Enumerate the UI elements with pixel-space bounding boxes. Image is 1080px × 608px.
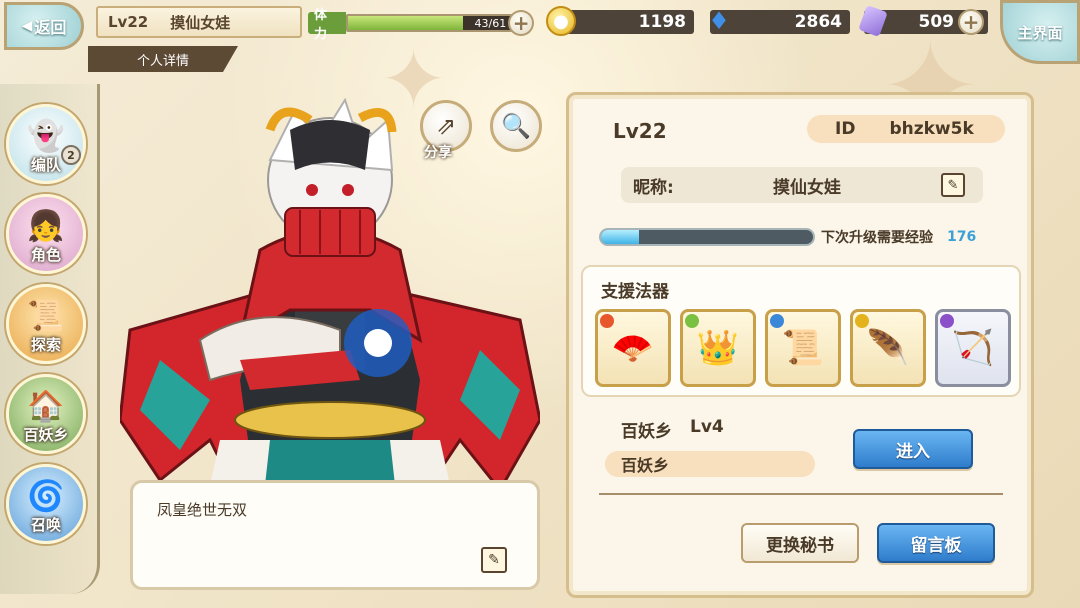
village-title: 百妖乡 Lv4 xyxy=(621,417,724,442)
dark-element-icon xyxy=(940,314,954,328)
gold-value: 1198 xyxy=(638,12,686,32)
character-illustration xyxy=(120,97,540,530)
sidebar: 👻 2 编队 👧 角色 📜 探索 🏠 百妖乡 🌀 召唤 xyxy=(0,84,100,594)
player-id: ID bhzkw5k xyxy=(807,115,1005,143)
zoom-button[interactable]: 🔍 xyxy=(490,100,542,152)
water-element-icon xyxy=(770,314,784,328)
exp-label: 下次升级需要经验 xyxy=(821,230,933,246)
plus-icon: + xyxy=(962,10,980,34)
exp-row: 下次升级需要经验 176 xyxy=(599,225,1019,249)
edit-nickname-button[interactable]: ✎ xyxy=(941,173,965,197)
village-house-icon: 🏠 xyxy=(27,389,65,424)
support-title: 支援法器 xyxy=(601,282,669,302)
divider xyxy=(599,493,1003,495)
stamina-label: 体力 xyxy=(308,8,346,42)
nickname-row: 昵称: 摸仙女娃 ✎ xyxy=(621,167,983,203)
player-name: 摸仙女娃 xyxy=(170,13,231,32)
exp-track xyxy=(599,228,815,246)
id-label: ID xyxy=(835,119,856,139)
stamina-bar: 体力 43/61 + xyxy=(308,8,534,42)
village-level: Lv4 xyxy=(690,417,724,437)
artifact-slot-1[interactable]: 🪭 xyxy=(595,309,671,387)
pencil-icon: ✎ xyxy=(488,552,500,568)
sidebar-item-village[interactable]: 🏠 百妖乡 xyxy=(6,374,86,454)
share-icon: ⇗ xyxy=(435,112,457,140)
magnifier-icon: 🔍 xyxy=(501,112,531,140)
speech-box: 凤皇绝世无双 ✎ xyxy=(130,480,540,590)
profile-level: Lv22 xyxy=(613,119,667,143)
edit-speech-button[interactable]: ✎ xyxy=(481,547,507,573)
fire-element-icon xyxy=(600,314,614,328)
stamina-value: 43/61 xyxy=(474,17,507,30)
back-button[interactable]: ◀ 返回 xyxy=(4,2,84,50)
share-label: 分享 xyxy=(424,145,452,161)
add-crystal-button[interactable]: + xyxy=(958,9,984,35)
character-portrait-icon: 👧 xyxy=(27,209,65,244)
sidebar-item-summon[interactable]: 🌀 召唤 xyxy=(6,464,86,544)
scroll-icon: 📜 xyxy=(781,328,825,368)
crossbow-icon: 🏹 xyxy=(951,328,995,368)
sidebar-item-formation[interactable]: 👻 2 编队 xyxy=(6,104,86,184)
wind-element-icon xyxy=(685,314,699,328)
gold-coin-icon: ● xyxy=(546,6,576,36)
golden-wing-icon: 🪶 xyxy=(866,328,910,368)
sidebar-item-characters[interactable]: 👧 角色 xyxy=(6,194,86,274)
explore-scroll-icon: 📜 xyxy=(27,299,65,334)
id-value: bhzkw5k xyxy=(889,119,974,139)
exp-value: 176 xyxy=(947,229,977,245)
artifact-slot-5[interactable]: 🏹 xyxy=(935,309,1011,387)
sidebar-item-label: 角色 xyxy=(30,246,61,264)
stamina-track: 43/61 xyxy=(345,14,515,32)
enter-village-button[interactable]: 进入 xyxy=(853,429,973,469)
player-level: Lv22 xyxy=(108,13,149,31)
crystal-icon xyxy=(858,5,888,37)
artifact-slot-3[interactable]: 📜 xyxy=(765,309,841,387)
artifact-slot-4[interactable]: 🪶 xyxy=(850,309,926,387)
artifact-slot-2[interactable]: 👑 xyxy=(680,309,756,387)
player-plate: Lv22 摸仙女娃 xyxy=(96,6,302,38)
sidebar-item-label: 编队 xyxy=(30,156,61,174)
back-label: 返回 xyxy=(34,18,67,37)
main-menu-label: 主界面 xyxy=(1017,23,1063,42)
formation-badge: 2 xyxy=(61,145,81,165)
sidebar-item-label: 百妖乡 xyxy=(23,426,69,444)
light-element-icon xyxy=(855,314,869,328)
soul-value: 2864 xyxy=(794,12,842,32)
gold-counter: ● 1198 xyxy=(546,6,694,36)
top-bar: ◀ 返回 Lv22 摸仙女娃 体力 43/61 + ● 1198 ♦ 2864 … xyxy=(0,0,1080,64)
village-name: 百妖乡 xyxy=(605,451,815,477)
soul-counter: ♦ 2864 xyxy=(708,7,850,35)
nickname-label: 昵称: xyxy=(633,177,674,198)
add-stamina-button[interactable]: + xyxy=(508,10,534,36)
sidebar-item-label: 召唤 xyxy=(30,516,61,534)
pencil-icon: ✎ xyxy=(947,177,959,193)
blue-flame-icon: ♦ xyxy=(708,7,730,35)
speech-text: 凤皇绝世无双 xyxy=(157,501,248,519)
plus-icon: + xyxy=(512,11,530,35)
fan-icon: 🪭 xyxy=(611,328,655,368)
support-artifacts: 支援法器 🪭 👑 📜 🪶 🏹 xyxy=(581,265,1021,397)
stamina-fill xyxy=(347,16,463,30)
summon-swirl-icon: 🌀 xyxy=(27,479,65,514)
village-title-label: 百妖乡 xyxy=(621,422,672,442)
tiara-icon: 👑 xyxy=(696,328,740,368)
crystal-counter: 509 + xyxy=(858,5,988,37)
message-board-button[interactable]: 留言板 xyxy=(877,523,995,563)
profile-panel: Lv22 ID bhzkw5k 昵称: 摸仙女娃 ✎ 下次升级需要经验 176 … xyxy=(566,92,1034,598)
exp-fill xyxy=(601,230,640,244)
sidebar-item-label: 探索 xyxy=(30,336,61,354)
sidebar-item-explore[interactable]: 📜 探索 xyxy=(6,284,86,364)
crystal-value: 509 xyxy=(918,12,955,32)
back-arrow-icon: ◀ xyxy=(21,18,33,34)
nickname-value: 摸仙女娃 xyxy=(773,177,841,198)
change-secretary-button[interactable]: 更换秘书 xyxy=(741,523,859,563)
